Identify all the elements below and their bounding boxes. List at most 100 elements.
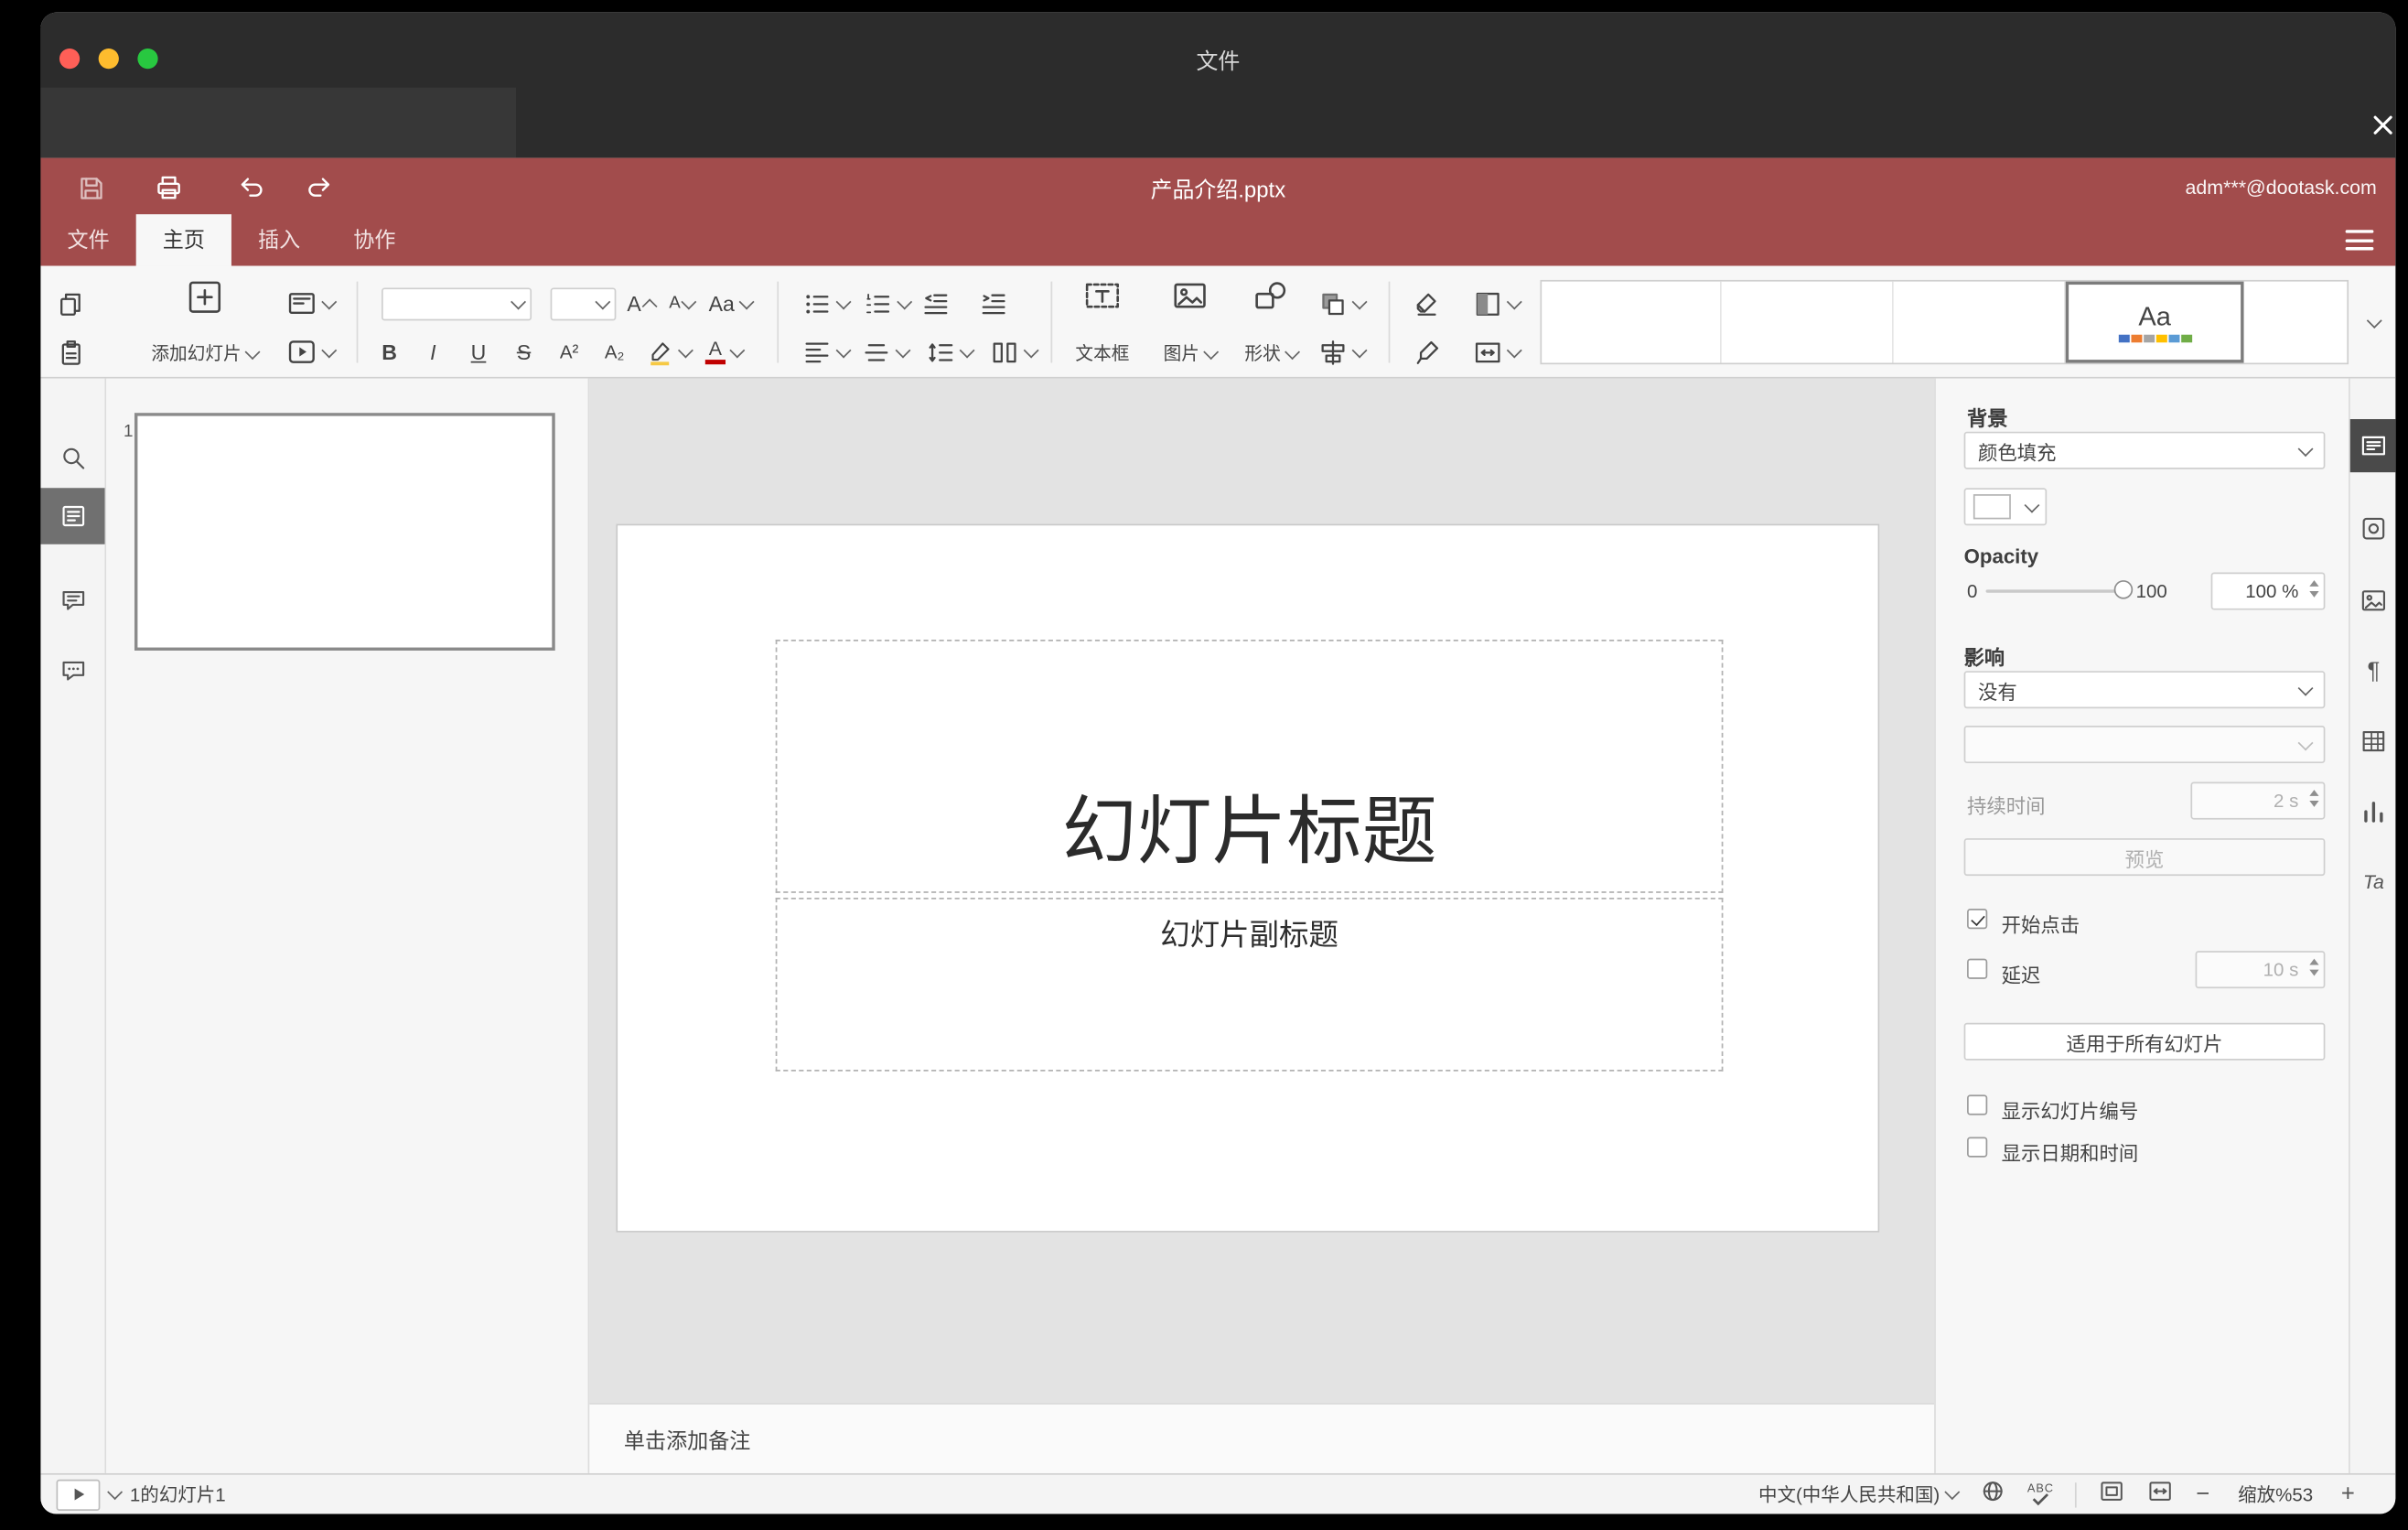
title-placeholder[interactable]: 幻灯片标题	[775, 640, 1724, 893]
theme-option-1[interactable]	[1542, 281, 1722, 363]
tab-insert[interactable]: 插入	[231, 214, 327, 265]
theme-option-5[interactable]	[2244, 282, 2344, 363]
theme-option-selected[interactable]: Aa	[2065, 281, 2244, 363]
apply-to-all-button[interactable]: 适用于所有幻灯片	[1963, 1022, 2326, 1061]
insert-columns-button[interactable]	[990, 335, 1039, 370]
insert-image-button[interactable]: 图片	[1151, 275, 1229, 370]
theme-option-2[interactable]	[1722, 281, 1894, 363]
line-spacing-button[interactable]	[926, 335, 975, 370]
slides-panel-icon[interactable]	[40, 488, 105, 544]
effect-select[interactable]: 没有	[1963, 671, 2326, 709]
vertical-align-button[interactable]	[862, 335, 911, 370]
zoom-out-button[interactable]: −	[2196, 1482, 2209, 1506]
bold-button[interactable]: B	[373, 336, 404, 367]
slide-editor[interactable]: 幻灯片标题 幻灯片副标题	[616, 523, 1880, 1233]
opacity-slider-track[interactable]	[1985, 589, 2127, 593]
duration-input[interactable]: 2 s	[2190, 781, 2326, 820]
opacity-slider-knob[interactable]	[2113, 580, 2134, 599]
numbered-list-button[interactable]	[863, 286, 913, 321]
tab-collaboration[interactable]: 协作	[327, 214, 422, 265]
highlight-color-button[interactable]	[642, 336, 693, 367]
increase-font-size-button[interactable]: A	[622, 287, 660, 318]
superscript-button[interactable]: A²	[552, 336, 586, 367]
insert-textbox-button[interactable]: 文本框	[1065, 275, 1140, 370]
chart-settings-icon[interactable]	[2350, 785, 2396, 838]
horizontal-align-button[interactable]	[802, 335, 852, 370]
document-language-icon[interactable]	[1979, 1477, 2005, 1512]
start-slideshow-statusbar-button[interactable]	[56, 1478, 101, 1511]
align-shape-button[interactable]	[1317, 335, 1368, 370]
font-color-button[interactable]: A	[699, 336, 749, 367]
slide-thumbnail-1[interactable]	[134, 413, 555, 651]
delay-spinner[interactable]	[2309, 958, 2319, 976]
clear-style-button[interactable]	[1409, 286, 1444, 321]
copy-icon[interactable]	[53, 286, 88, 321]
subtitle-placeholder[interactable]: 幻灯片副标题	[775, 898, 1724, 1072]
notes-area[interactable]: 单击添加备注	[589, 1403, 1935, 1473]
duration-spinner[interactable]	[2309, 790, 2319, 807]
start-on-click-checkbox[interactable]	[1967, 908, 1988, 930]
italic-button[interactable]: I	[417, 336, 448, 367]
background-fill-select[interactable]: 颜色填充	[1963, 431, 2326, 469]
comments-icon[interactable]	[40, 573, 104, 630]
start-on-click-label: 开始点击	[2001, 914, 2080, 937]
preview-button[interactable]: 预览	[1963, 838, 2326, 877]
home-toolbar: 添加幻灯片 A A Aa B I U S A² A₂ A 文本框 图片 形状 A…	[40, 265, 2396, 379]
decrease-font-size-button[interactable]: A	[663, 287, 701, 318]
fit-width-icon[interactable]	[2147, 1479, 2174, 1510]
underline-button[interactable]: U	[463, 336, 494, 367]
theme-gallery-expand-icon[interactable]	[2361, 309, 2386, 334]
font-name-select[interactable]	[382, 287, 532, 321]
background-color-swatch[interactable]	[1963, 488, 2048, 526]
effect-type-select[interactable]	[1963, 726, 2326, 764]
shape-label: 形状	[1244, 345, 1281, 365]
color-scheme-button[interactable]	[1471, 286, 1522, 321]
slide-size-button[interactable]	[1471, 335, 1522, 370]
delay-input[interactable]: 10 s	[2195, 951, 2326, 989]
font-size-select[interactable]	[550, 287, 617, 321]
slide-layout-button[interactable]	[283, 286, 337, 321]
change-case-button[interactable]: Aa	[704, 287, 757, 318]
fit-slide-icon[interactable]	[2099, 1479, 2125, 1510]
show-date-time-label: 显示日期和时间	[2001, 1143, 2139, 1166]
language-select[interactable]: 中文(中华人民共和国)	[1758, 1482, 1960, 1508]
increase-indent-button[interactable]	[975, 286, 1010, 321]
spellcheck-icon[interactable]: ABC	[2027, 1482, 2054, 1506]
opacity-min: 0	[1967, 580, 1978, 602]
add-slide-button[interactable]: 添加幻灯片	[137, 275, 272, 370]
copy-style-button[interactable]	[1409, 335, 1444, 370]
show-date-time-checkbox[interactable]	[1967, 1137, 1988, 1158]
table-settings-icon[interactable]	[2350, 715, 2396, 768]
opacity-spinner[interactable]	[2309, 580, 2319, 598]
search-icon[interactable]	[40, 430, 104, 487]
decrease-indent-button[interactable]	[918, 286, 952, 321]
theme-option-3[interactable]	[1894, 281, 2066, 363]
show-slide-number-checkbox[interactable]	[1967, 1094, 1988, 1115]
insert-shape-button[interactable]: 形状	[1232, 275, 1310, 370]
tab-file[interactable]: 文件	[40, 214, 135, 265]
bullet-list-button[interactable]	[802, 286, 852, 321]
arrange-shape-button[interactable]	[1317, 286, 1368, 321]
notes-placeholder: 单击添加备注	[623, 1429, 751, 1453]
chat-icon[interactable]	[40, 642, 104, 699]
strikeout-button[interactable]: S	[508, 336, 539, 367]
tab-home[interactable]: 主页	[135, 214, 231, 266]
textart-settings-icon[interactable]: Ta	[2350, 856, 2396, 909]
menu-icon[interactable]	[2345, 230, 2374, 251]
textbox-label: 文本框	[1075, 345, 1130, 365]
opacity-value-input[interactable]: 100 %	[2210, 572, 2326, 610]
shape-settings-icon[interactable]	[2350, 502, 2396, 555]
subscript-button[interactable]: A₂	[597, 336, 632, 367]
close-icon[interactable]	[2366, 108, 2395, 143]
zoom-in-button[interactable]: +	[2341, 1482, 2355, 1506]
delay-checkbox[interactable]	[1967, 958, 1988, 979]
thumbnail-number: 1	[124, 422, 134, 441]
image-settings-icon[interactable]	[2350, 574, 2396, 627]
paste-icon[interactable]	[53, 335, 88, 370]
slide-settings-icon[interactable]	[2349, 419, 2396, 473]
user-email: adm***@dootask.com	[2185, 177, 2377, 199]
theme-sample-text: Aa	[2138, 300, 2171, 331]
start-slideshow-button[interactable]	[283, 335, 337, 370]
paragraph-settings-icon[interactable]: ¶	[2350, 644, 2396, 697]
slideshow-options-icon[interactable]	[107, 1484, 124, 1501]
